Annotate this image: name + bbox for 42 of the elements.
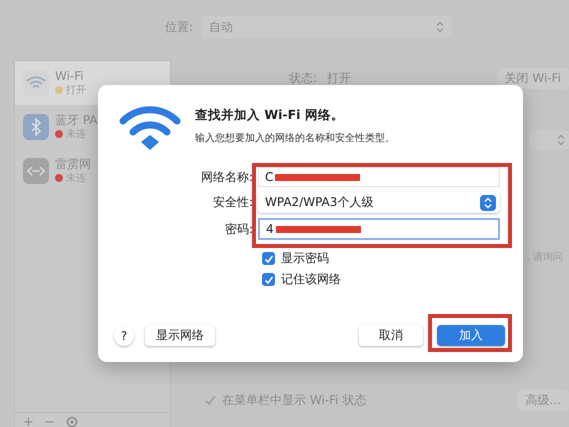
gear-icon[interactable] <box>64 415 79 427</box>
chevron-icon <box>436 21 444 33</box>
help-button[interactable]: ? <box>114 326 134 346</box>
checkbox[interactable] <box>205 395 216 406</box>
advanced-button[interactable]: 高级... <box>518 390 569 411</box>
field-label: 安全性: <box>212 194 253 211</box>
checkbox-label: 显示密码 <box>281 250 329 267</box>
checkmark-icon <box>205 395 216 406</box>
add-button[interactable]: + <box>23 414 34 427</box>
network-popup[interactable] <box>529 130 569 150</box>
chevron-icon <box>480 194 496 210</box>
field-label: 网络名称: <box>200 168 253 186</box>
bluetooth-icon <box>23 114 49 140</box>
location-label: 位置: <box>165 18 194 36</box>
interface-name: 蓝牙 PA <box>55 113 98 127</box>
turn-off-wifi-button[interactable]: 关闭 Wi-Fi <box>496 68 569 89</box>
dialog-button[interactable]: 加入 <box>437 325 505 346</box>
dialog-title: 查找并加入 Wi-Fi 网络。 <box>195 107 345 124</box>
field-label: 密码: <box>224 220 253 238</box>
checkbox-label: 记住该网络 <box>281 271 341 288</box>
dialog-subtitle: 输入您想要加入的网络的名称和安全性类型。 <box>195 132 395 145</box>
dialog-button[interactable]: 取消 <box>359 325 423 346</box>
status-label: 状态: <box>289 70 318 87</box>
checkmark-icon <box>264 274 274 284</box>
checkmark-icon <box>264 254 274 264</box>
location-popup[interactable]: 自动 <box>201 16 452 38</box>
dialog-button[interactable]: 显示网络 <box>145 325 215 346</box>
remove-button[interactable]: − <box>44 414 55 427</box>
chevron-icon <box>557 134 565 146</box>
interface-name: Wi-Fi <box>55 69 85 83</box>
status-value: 打开 <box>327 70 352 87</box>
interface-status: 打开 <box>66 84 86 97</box>
input-field[interactable]: 4 <box>258 218 500 240</box>
security-select[interactable]: WPA2/WPA3个人级 <box>258 192 500 213</box>
interface-name: 雷雳网 <box>55 157 91 171</box>
wifi-icon <box>119 103 181 153</box>
checkbox[interactable] <box>262 273 275 286</box>
wifi-icon <box>23 70 49 96</box>
input-field[interactable]: C <box>258 167 500 187</box>
network-bridge-icon <box>23 158 49 184</box>
checkbox-label: 在菜单栏中显示 Wi-Fi 状态 <box>222 392 366 409</box>
checkbox[interactable] <box>262 252 275 265</box>
